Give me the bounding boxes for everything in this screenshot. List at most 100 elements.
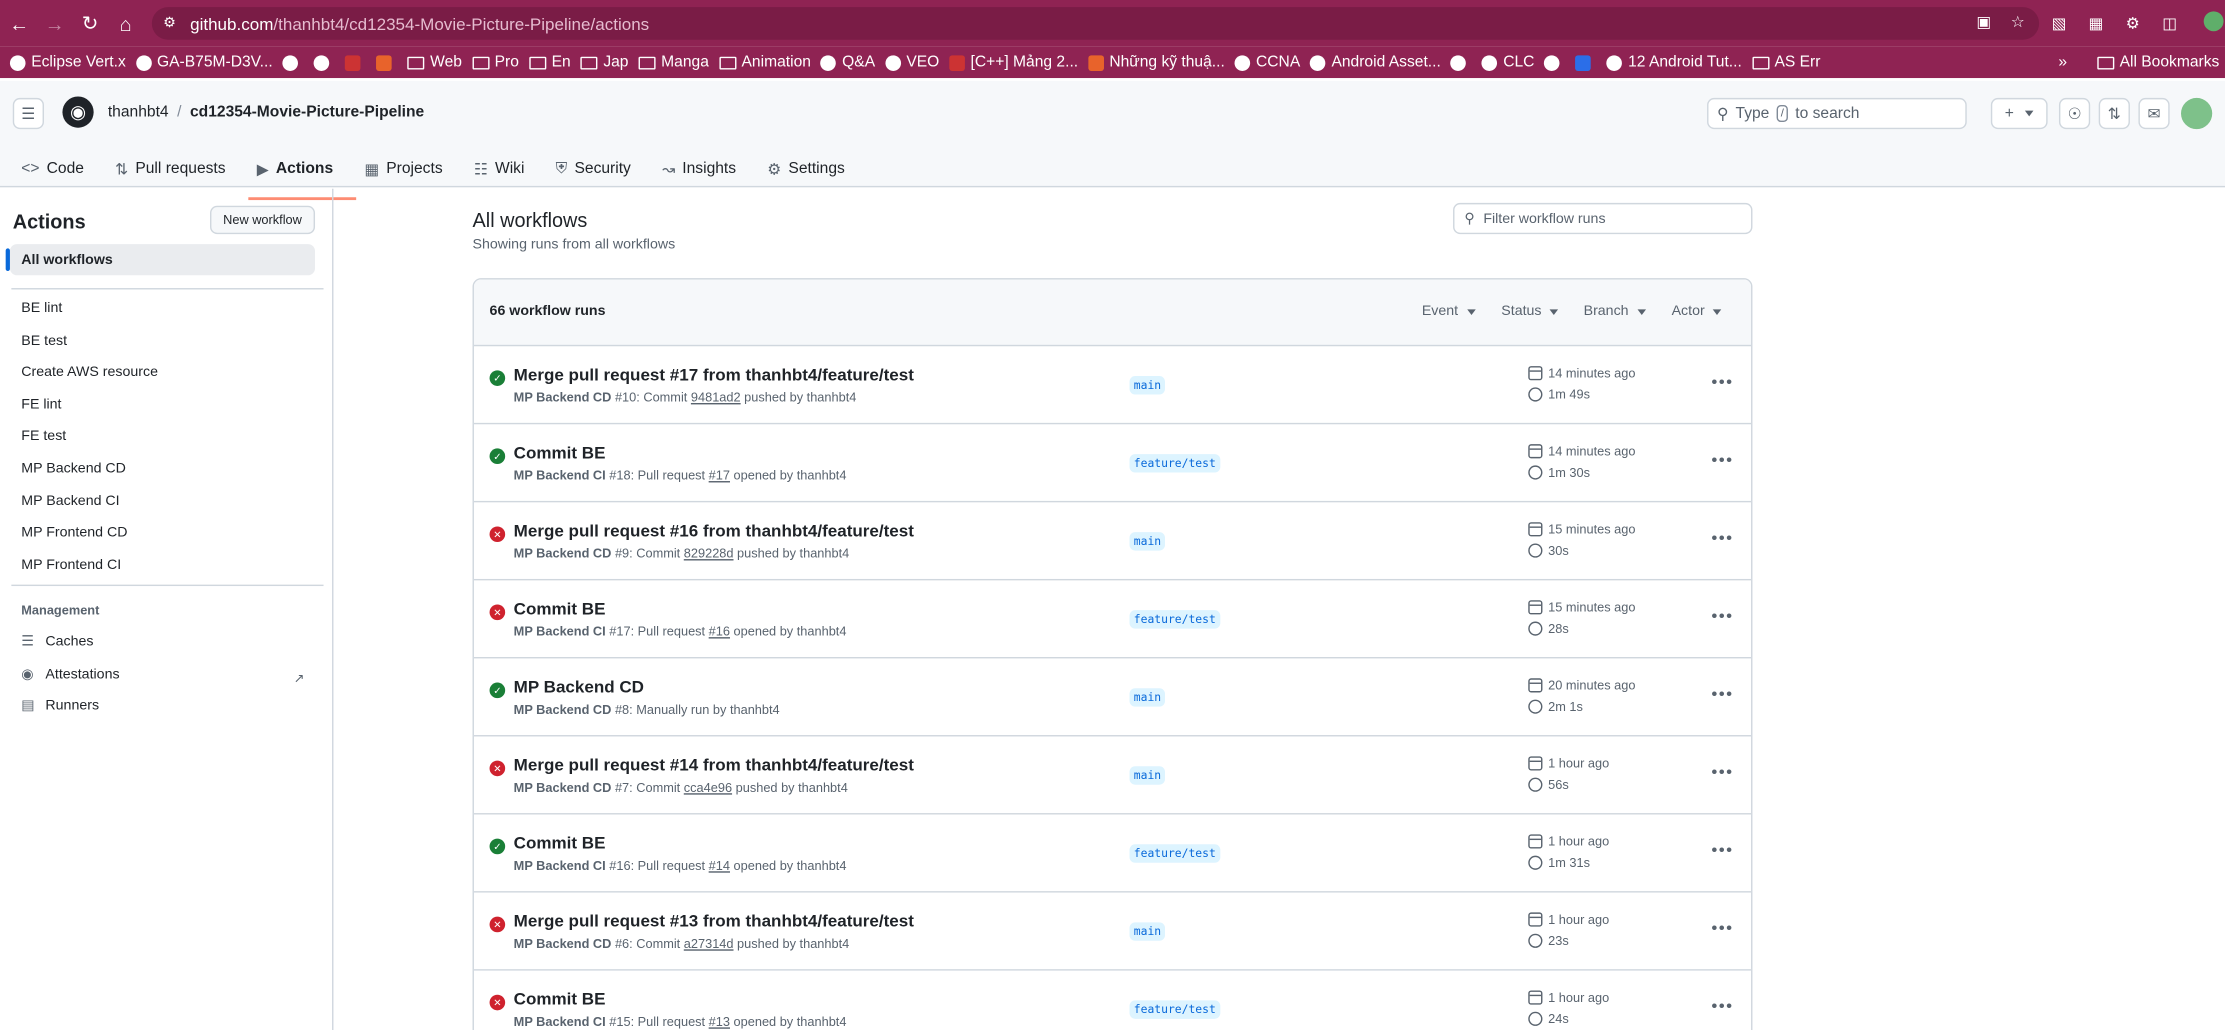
branch-badge[interactable]: feature/test [1129,1000,1221,1019]
issues-button[interactable]: ☉ [2058,97,2091,130]
bookmark-item[interactable]: Jap [580,54,629,71]
sidebar-item-runners[interactable]: ▤ Runners [21,698,99,714]
bookmark-item[interactable]: GA-B75M-D3V... [135,54,273,71]
workflow-run-row[interactable]: ✓ Merge pull request #17 from thanhbt4/fe… [473,346,1752,425]
github-logo-icon[interactable]: ◉ [62,96,94,128]
bookmark-item[interactable]: Pro [471,54,519,71]
run-title[interactable]: Commit BE [514,989,606,1009]
sidebar-item-workflow[interactable]: FE lint [21,397,61,413]
run-title[interactable]: Merge pull request #14 from thanhbt4/fea… [514,755,914,775]
workflow-run-row[interactable]: ✕ Merge pull request #16 from thanhbt4/fe… [473,502,1752,581]
bookmark-item[interactable] [345,54,366,71]
kebab-menu-icon[interactable]: ••• [1711,840,1733,860]
install-app-icon[interactable]: ▣ [1974,11,1994,31]
kebab-menu-icon[interactable]: ••• [1711,606,1733,626]
workflow-run-row[interactable]: ✕ Commit BE MP Backend CI #17: Pull reques… [473,580,1752,659]
run-title[interactable]: Merge pull request #16 from thanhbt4/fea… [514,521,914,541]
sidebar-panel-icon[interactable]: ◫ [2158,11,2181,34]
sidebar-item-workflow[interactable]: BE test [21,333,67,349]
run-ref-link[interactable]: #16 [709,624,730,638]
new-workflow-button[interactable]: New workflow [210,205,316,235]
branch-badge[interactable]: main [1129,766,1166,785]
sidebar-item-workflow[interactable]: MP Frontend CI [21,557,121,573]
tab-settings[interactable]: ⚙ Settings [767,152,859,186]
owner-link[interactable]: thanhbt4 [108,104,169,121]
bookmark-item[interactable]: [C++] Mảng 2... [949,54,1078,71]
run-ref-link[interactable]: 9481ad2 [691,390,741,404]
tab-actions[interactable]: ▶ Actions [248,152,356,201]
bookmark-item[interactable]: 12 Android Tut... [1606,54,1742,71]
bookmark-item[interactable]: CCNA [1234,54,1300,71]
sidebar-item-caches[interactable]: ☰ Caches [21,634,93,650]
bookmarks-overflow-icon[interactable]: » [2058,54,2067,71]
tab-pull-requests[interactable]: ⇅ Pull requests [115,152,240,186]
run-ref-link[interactable]: cca4e96 [684,780,732,794]
run-title[interactable]: Commit BE [514,833,606,853]
bookmark-item[interactable]: Eclipse Vert.x [9,54,126,71]
search-input[interactable]: ⚲ Type / to search [1707,97,1967,130]
bookmark-item[interactable]: CLC [1481,54,1534,71]
kebab-menu-icon[interactable]: ••• [1711,684,1733,704]
back-icon[interactable]: ← [1,6,36,41]
bookmark-item[interactable] [1575,54,1597,71]
extensions-icon[interactable]: ⚙ [2121,11,2144,34]
hamburger-menu-icon[interactable]: ☰ [12,97,44,130]
actor-filter-dropdown[interactable]: Actor [1672,304,1722,319]
event-filter-dropdown[interactable]: Event [1422,304,1476,319]
branch-badge[interactable]: main [1129,376,1166,395]
bookmark-item[interactable]: AS Err [1751,54,1820,71]
repo-link[interactable]: cd12354-Movie-Picture-Pipeline [190,104,424,121]
run-title[interactable]: MP Backend CD [514,677,644,697]
branch-filter-dropdown[interactable]: Branch [1584,304,1646,319]
status-filter-dropdown[interactable]: Status [1501,304,1559,319]
user-avatar[interactable] [2181,97,2213,130]
bookmark-item[interactable]: Manga [638,54,709,71]
bookmark-item[interactable]: Những kỹ thuậ... [1088,54,1225,71]
branch-badge[interactable]: main [1129,532,1166,551]
workflow-run-row[interactable]: ✕ Merge pull request #13 from thanhbt4/fe… [473,893,1752,971]
bookmark-item[interactable]: VEO [885,54,939,71]
site-info-icon[interactable]: ⚙ [163,16,176,32]
bookmark-item[interactable] [313,54,335,71]
workflow-run-row[interactable]: ✓ Commit BE MP Backend CI #16: Pull reques… [473,815,1752,893]
bookmark-item[interactable] [282,54,304,71]
qr-extension-icon[interactable]: ▦ [2085,11,2108,34]
bookmark-item[interactable] [1450,54,1472,71]
workflow-run-row[interactable]: ✓ Commit BE MP Backend CI #18: Pull reques… [473,424,1752,503]
bookmark-item[interactable] [376,54,397,71]
translate-extension-icon[interactable]: ▧ [2048,11,2071,34]
all-bookmarks-folder[interactable]: All Bookmarks [2096,54,2219,71]
sidebar-item-workflow[interactable]: MP Backend CI [21,493,119,509]
kebab-menu-icon[interactable]: ••• [1711,528,1733,548]
tab-insights[interactable]: ↝ Insights [662,152,750,186]
inbox-button[interactable]: ✉ [2138,97,2170,130]
branch-badge[interactable]: feature/test [1129,454,1221,473]
tab-security[interactable]: ⛨ Security [556,152,645,186]
run-ref-link[interactable]: #17 [709,468,730,482]
sidebar-item-workflow[interactable]: FE test [21,429,66,445]
create-new-button[interactable]: + [1990,97,2048,130]
sidebar-item-workflow[interactable]: BE lint [21,301,62,317]
bookmark-item[interactable]: Animation [718,54,811,71]
sidebar-item-workflow[interactable]: MP Backend CD [21,461,126,477]
sidebar-item-attestations[interactable]: ◉ Attestations [21,667,119,683]
sidebar-item-workflow[interactable]: MP Frontend CD [21,525,127,541]
bookmark-item[interactable] [1544,54,1565,71]
run-ref-link[interactable]: #13 [709,1015,730,1029]
kebab-menu-icon[interactable]: ••• [1711,918,1733,938]
sidebar-item-all-workflows[interactable]: All workflows [5,244,316,276]
sidebar-item-workflow[interactable]: Create AWS resource [21,365,158,381]
run-ref-link[interactable]: 829228d [684,546,734,560]
workflow-run-row[interactable]: ✕ Merge pull request #14 from thanhbt4/fe… [473,736,1752,815]
workflow-run-row[interactable]: ✓ MP Backend CD MP Backend CD #8: Manually… [473,658,1752,737]
bookmark-item[interactable]: En [528,54,571,71]
kebab-menu-icon[interactable]: ••• [1711,450,1733,470]
branch-badge[interactable]: main [1129,922,1166,941]
tab-projects[interactable]: ▦ Projects [364,152,456,186]
bookmark-item[interactable]: Android Asset... [1310,54,1441,71]
filter-runs-input[interactable]: ⚲ Filter workflow runs [1453,202,1753,235]
bookmark-item[interactable]: Q&A [820,54,875,71]
bookmark-item[interactable]: Web [407,54,462,71]
home-icon[interactable]: ⌂ [108,6,143,41]
run-title[interactable]: Commit BE [514,443,606,463]
